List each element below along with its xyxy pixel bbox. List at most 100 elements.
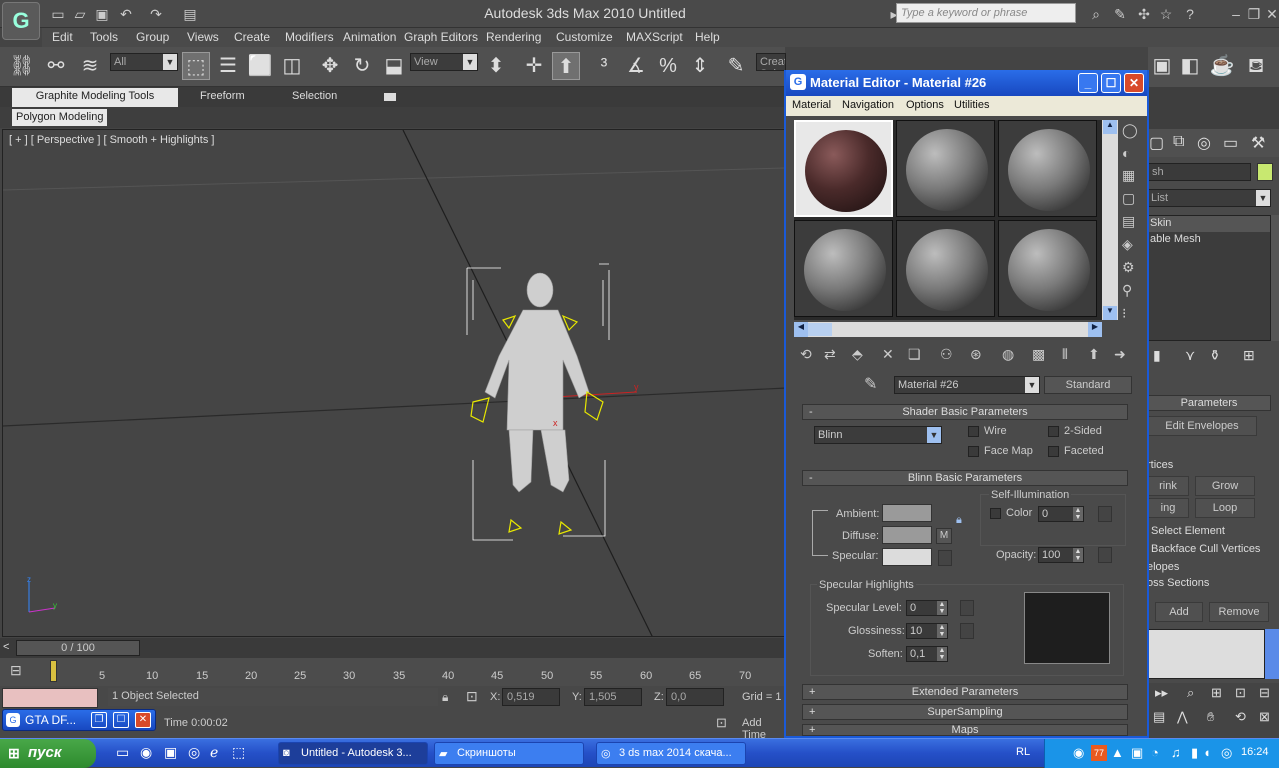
time-config-icon[interactable]: ▤ — [1153, 709, 1165, 725]
two-sided-checkbox[interactable] — [1048, 426, 1059, 437]
move-icon[interactable]: ✥ — [316, 52, 344, 80]
volume-icon[interactable]: ◖ — [1203, 745, 1211, 760]
sample-slot[interactable] — [896, 220, 995, 317]
quicklaunch-icon[interactable]: ◉ — [140, 744, 152, 761]
soften-spinner[interactable]: 0,1 ▲ ▼ — [906, 646, 948, 662]
rotate-icon[interactable]: ↻ — [348, 52, 376, 80]
diffuse-color-swatch[interactable] — [882, 526, 932, 544]
tab-freeform[interactable]: Freeform — [192, 88, 253, 107]
spinner-arrows-icon[interactable]: ▲ ▼ — [1073, 507, 1083, 521]
modifier-stack[interactable]: Skin able Mesh — [1147, 215, 1271, 341]
assign-to-selection-icon[interactable]: ⬘ — [852, 346, 863, 363]
faceted-checkbox[interactable] — [1048, 446, 1059, 457]
task-3dsmax[interactable]: ◙ Untitled - Autodesk 3... — [278, 742, 428, 765]
material-type-button[interactable]: Standard — [1044, 376, 1132, 394]
menu-material[interactable]: Material — [792, 99, 831, 111]
reference-coordinate-dropdown[interactable]: View ▼ — [410, 53, 478, 71]
menu-edit[interactable]: Edit — [52, 30, 73, 44]
scroll-down-icon[interactable]: ▼ — [1103, 306, 1117, 320]
angle-snap-icon[interactable]: ∡ — [622, 52, 650, 80]
spinner-arrows-icon[interactable]: ▲ ▼ — [1073, 548, 1083, 562]
glossiness-spinner[interactable]: 10 ▲ ▼ — [906, 623, 948, 639]
menu-utilities[interactable]: Utilities — [954, 99, 989, 111]
glossiness-map-button[interactable] — [960, 623, 974, 639]
named-selection-dropdown[interactable]: Create Selection Se — [756, 53, 786, 71]
spinner-arrows-icon[interactable]: ▲ ▼ — [937, 624, 947, 638]
rendered-frame-icon[interactable]: ◧ — [1176, 52, 1204, 80]
render-setup-icon[interactable]: ▣ — [1148, 52, 1176, 80]
opacity-map-button[interactable] — [1098, 547, 1112, 563]
object-color-swatch[interactable] — [1257, 163, 1273, 181]
spinner-arrows-icon[interactable]: ▲ ▼ — [937, 601, 947, 615]
pivot-center-icon[interactable]: ⬍ — [482, 52, 510, 80]
get-material-icon[interactable]: ⟲ — [800, 346, 812, 363]
perspective-viewport[interactable]: [ + ] [ Perspective ] [ Smooth + Highlig… — [2, 129, 785, 637]
spinner-arrows-icon[interactable]: ▲ ▼ — [937, 647, 947, 661]
gta-minimized-window[interactable]: G GTA DF... ❐ ☐ ✕ — [2, 709, 156, 731]
tab-graphite-modeling-tools[interactable]: Graphite Modeling Tools — [12, 88, 178, 107]
select-object-icon[interactable]: ⬚ — [182, 52, 210, 80]
show-end-result-icon[interactable]: ⋎ — [1185, 347, 1195, 364]
close-icon[interactable]: ✕ — [135, 712, 151, 728]
specular-level-spinner[interactable]: 0 ▲ ▼ — [906, 600, 948, 616]
prev-frame-icon[interactable]: < — [3, 641, 9, 653]
go-forward-sibling-icon[interactable]: ➜ — [1114, 346, 1126, 363]
zoom-icon[interactable]: ⌕ — [1187, 685, 1194, 701]
diffuse-map-button[interactable]: M — [936, 528, 952, 544]
menu-maxscript[interactable]: MAXScript — [626, 30, 683, 44]
app-logo-icon[interactable]: G — [2, 2, 40, 40]
cross-sections-option[interactable]: oss Sections — [1147, 577, 1209, 589]
configure-modifier-sets-icon[interactable]: ⊞ — [1243, 347, 1255, 364]
window-crossing-icon[interactable]: ◫ — [278, 52, 306, 80]
spinner-snap-icon[interactable]: ⇕ — [686, 52, 714, 80]
bind-space-warp-icon[interactable]: ≋ — [76, 52, 104, 80]
tray-icon[interactable]: ◔ — [1151, 745, 1159, 760]
restore-icon[interactable]: ❐ — [91, 712, 107, 728]
maxscript-listener[interactable] — [2, 688, 98, 708]
make-preview-icon[interactable]: ◈ — [1122, 236, 1146, 253]
tray-badge[interactable]: 77 — [1091, 745, 1107, 761]
save-icon[interactable]: ▣ — [92, 4, 112, 24]
percent-snap-icon[interactable]: % — [654, 52, 682, 80]
binoculars-icon[interactable]: ⌕ — [1086, 4, 1106, 24]
render-teapot-icon[interactable]: ⛾ — [1242, 52, 1270, 80]
orbit-icon[interactable]: ⟲ — [1235, 709, 1246, 725]
restore-icon[interactable]: ❐ — [1244, 4, 1264, 24]
motion-tab-icon[interactable]: ◎ — [1197, 133, 1211, 153]
select-by-name-icon[interactable]: ☰ — [214, 52, 242, 80]
signal-icon[interactable]: ▮ — [1191, 745, 1198, 761]
zoom-all-icon[interactable]: ⊞ — [1211, 685, 1222, 701]
material-map-navigator-icon[interactable]: ⁝ — [1122, 305, 1146, 322]
select-manipulate-icon[interactable]: ✛ — [520, 52, 548, 80]
sample-slot[interactable] — [794, 120, 893, 217]
close-icon[interactable]: ✕ — [1124, 73, 1144, 93]
shader-basic-parameters-rollout[interactable]: - Shader Basic Parameters — [802, 404, 1128, 420]
add-bone-button[interactable]: Add — [1155, 602, 1203, 622]
self-illum-spinner[interactable]: 0 ▲ ▼ — [1038, 506, 1084, 522]
mini-curve-editor-icon[interactable]: ⊟ — [10, 662, 30, 680]
reset-map-icon[interactable]: ✕ — [882, 346, 894, 363]
tray-icon[interactable]: ▣ — [1131, 745, 1143, 761]
show-map-icon[interactable]: ▩ — [1032, 346, 1045, 363]
tray-icon[interactable]: ▲ — [1111, 745, 1124, 760]
task-chrome[interactable]: ◎ 3 ds max 2014 скача... — [596, 742, 746, 765]
self-illum-color-checkbox[interactable] — [990, 508, 1001, 519]
polygon-modeling-panel[interactable]: Polygon Modeling — [12, 109, 108, 126]
sample-slot[interactable] — [998, 120, 1097, 217]
quicklaunch-icon[interactable]: ▣ — [164, 744, 177, 761]
redo-icon[interactable]: ↷ — [146, 4, 166, 24]
pan-view-icon[interactable]: ✋︎ — [1207, 709, 1214, 725]
tray-icon[interactable]: ◉ — [1073, 745, 1084, 761]
utilities-tab-icon[interactable]: ⚒ — [1251, 133, 1265, 153]
selection-filter-dropdown[interactable]: All ▼ — [110, 53, 178, 71]
language-indicator[interactable]: RL — [1016, 746, 1030, 758]
keyboard-shortcut-override-icon[interactable]: ⬆ — [552, 52, 580, 80]
extended-parameters-rollout[interactable]: + Extended Parameters — [802, 684, 1128, 700]
bone-list[interactable] — [1147, 629, 1265, 679]
open-file-icon[interactable]: ▱ — [70, 4, 90, 24]
project-folder-icon[interactable]: ▤ — [180, 4, 200, 24]
pin-stack-icon[interactable]: ▮ — [1153, 347, 1161, 364]
stack-scrollbar[interactable] — [1271, 215, 1279, 341]
hierarchy-tab-icon[interactable]: ⧉ — [1173, 133, 1184, 151]
help-icon[interactable]: ? — [1180, 4, 1200, 24]
